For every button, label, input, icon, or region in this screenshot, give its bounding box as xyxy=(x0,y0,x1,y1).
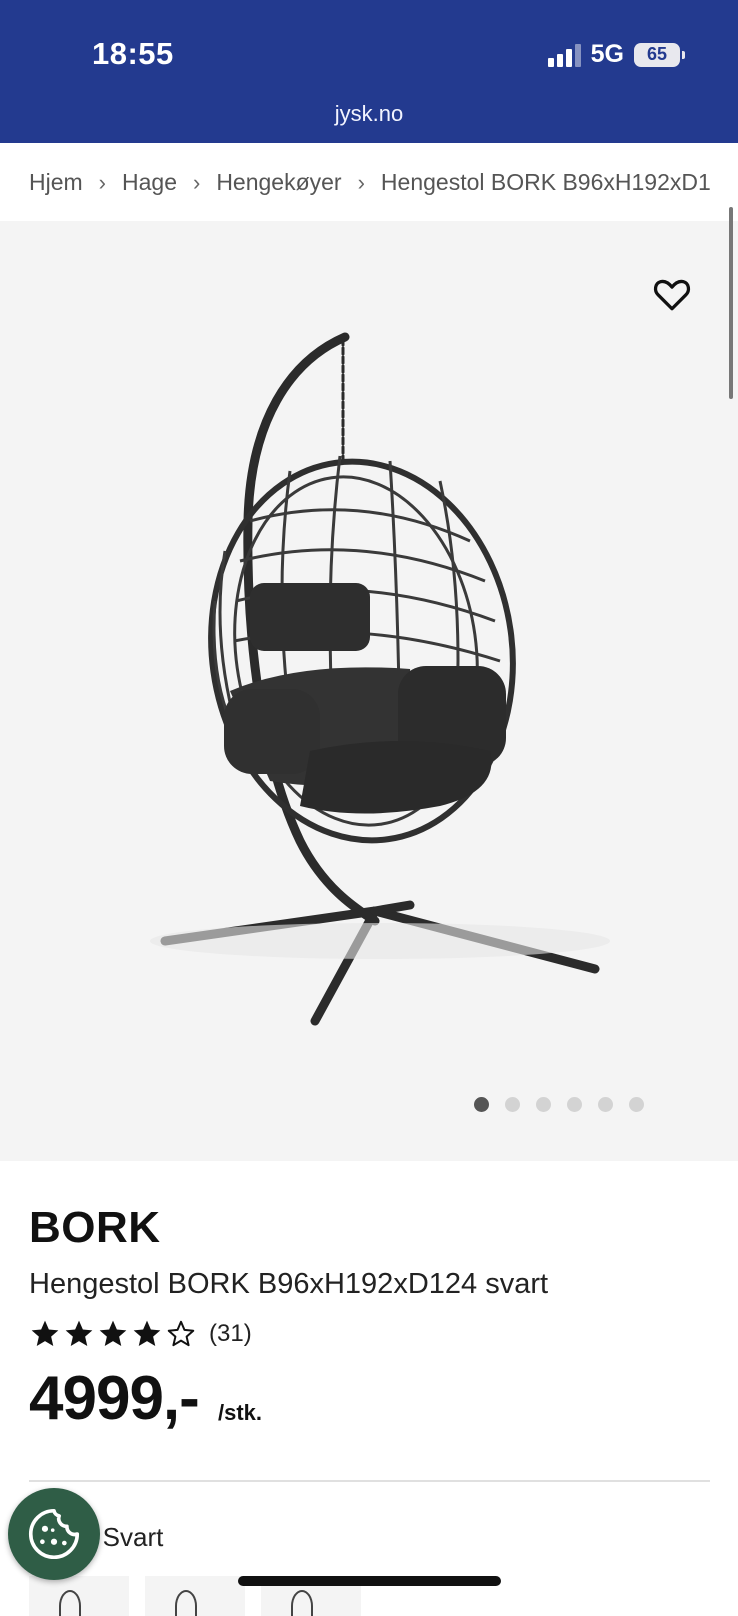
gallery-dot-5[interactable] xyxy=(598,1097,613,1112)
star-filled-icon xyxy=(99,1320,127,1346)
product-image-gallery[interactable] xyxy=(0,221,738,1161)
gallery-dot-6[interactable] xyxy=(629,1097,644,1112)
gallery-pagination xyxy=(474,1097,644,1112)
star-filled-icon xyxy=(31,1320,59,1346)
home-indicator[interactable] xyxy=(238,1576,501,1586)
product-rating[interactable]: (31) xyxy=(29,1318,252,1350)
color-variant-thumb[interactable] xyxy=(29,1576,129,1616)
product-image xyxy=(150,332,610,1026)
product-title: Hengestol BORK B96xH192xD124 svart xyxy=(29,1268,549,1300)
chevron-right-icon: › xyxy=(192,169,201,195)
review-count[interactable]: (31) xyxy=(209,1320,252,1348)
breadcrumb-garden[interactable]: Hage xyxy=(122,169,177,196)
section-divider xyxy=(29,1480,710,1482)
network-type: 5G xyxy=(590,40,624,68)
gallery-dot-4[interactable] xyxy=(567,1097,582,1112)
url-bar[interactable]: jysk.no xyxy=(0,101,738,127)
rating-stars xyxy=(29,1318,197,1350)
signal-icon xyxy=(547,43,581,67)
breadcrumb-hammocks[interactable]: Hengekøyer xyxy=(216,169,341,196)
star-outline-icon xyxy=(167,1320,195,1347)
star-filled-icon xyxy=(133,1320,161,1346)
status-indicators: 5G 65 xyxy=(547,40,685,69)
cookie-icon xyxy=(28,1508,80,1560)
price-unit: /stk. xyxy=(218,1400,263,1425)
chevron-right-icon: › xyxy=(98,169,106,195)
color-value: Svart xyxy=(102,1522,164,1552)
battery-level: 65 xyxy=(646,44,668,64)
heart-outline-icon[interactable] xyxy=(652,276,692,312)
battery-icon: 65 xyxy=(634,42,685,67)
product-brand: BORK xyxy=(29,1203,161,1252)
gallery-dot-3[interactable] xyxy=(536,1097,551,1112)
status-time: 18:55 xyxy=(92,36,174,71)
chevron-right-icon: › xyxy=(357,169,365,195)
breadcrumb-current: Hengestol BORK B96xH192xD1 xyxy=(380,168,711,195)
cookie-settings-button[interactable] xyxy=(8,1488,100,1580)
browser-header: 18:55 5G 65 jysk.no xyxy=(0,0,738,143)
breadcrumb: Hjem › Hage › Hengekøyer › Hengestol BORK B96x… xyxy=(0,143,738,221)
star-filled-icon xyxy=(65,1320,93,1346)
gallery-dot-2[interactable] xyxy=(505,1097,520,1112)
breadcrumb-home[interactable]: Hjem xyxy=(29,169,83,196)
product-price: 4999,- xyxy=(29,1364,200,1433)
gallery-dot-1[interactable] xyxy=(474,1097,489,1112)
page-scrollbar[interactable] xyxy=(729,207,733,399)
color-variant-thumb[interactable] xyxy=(145,1576,245,1616)
